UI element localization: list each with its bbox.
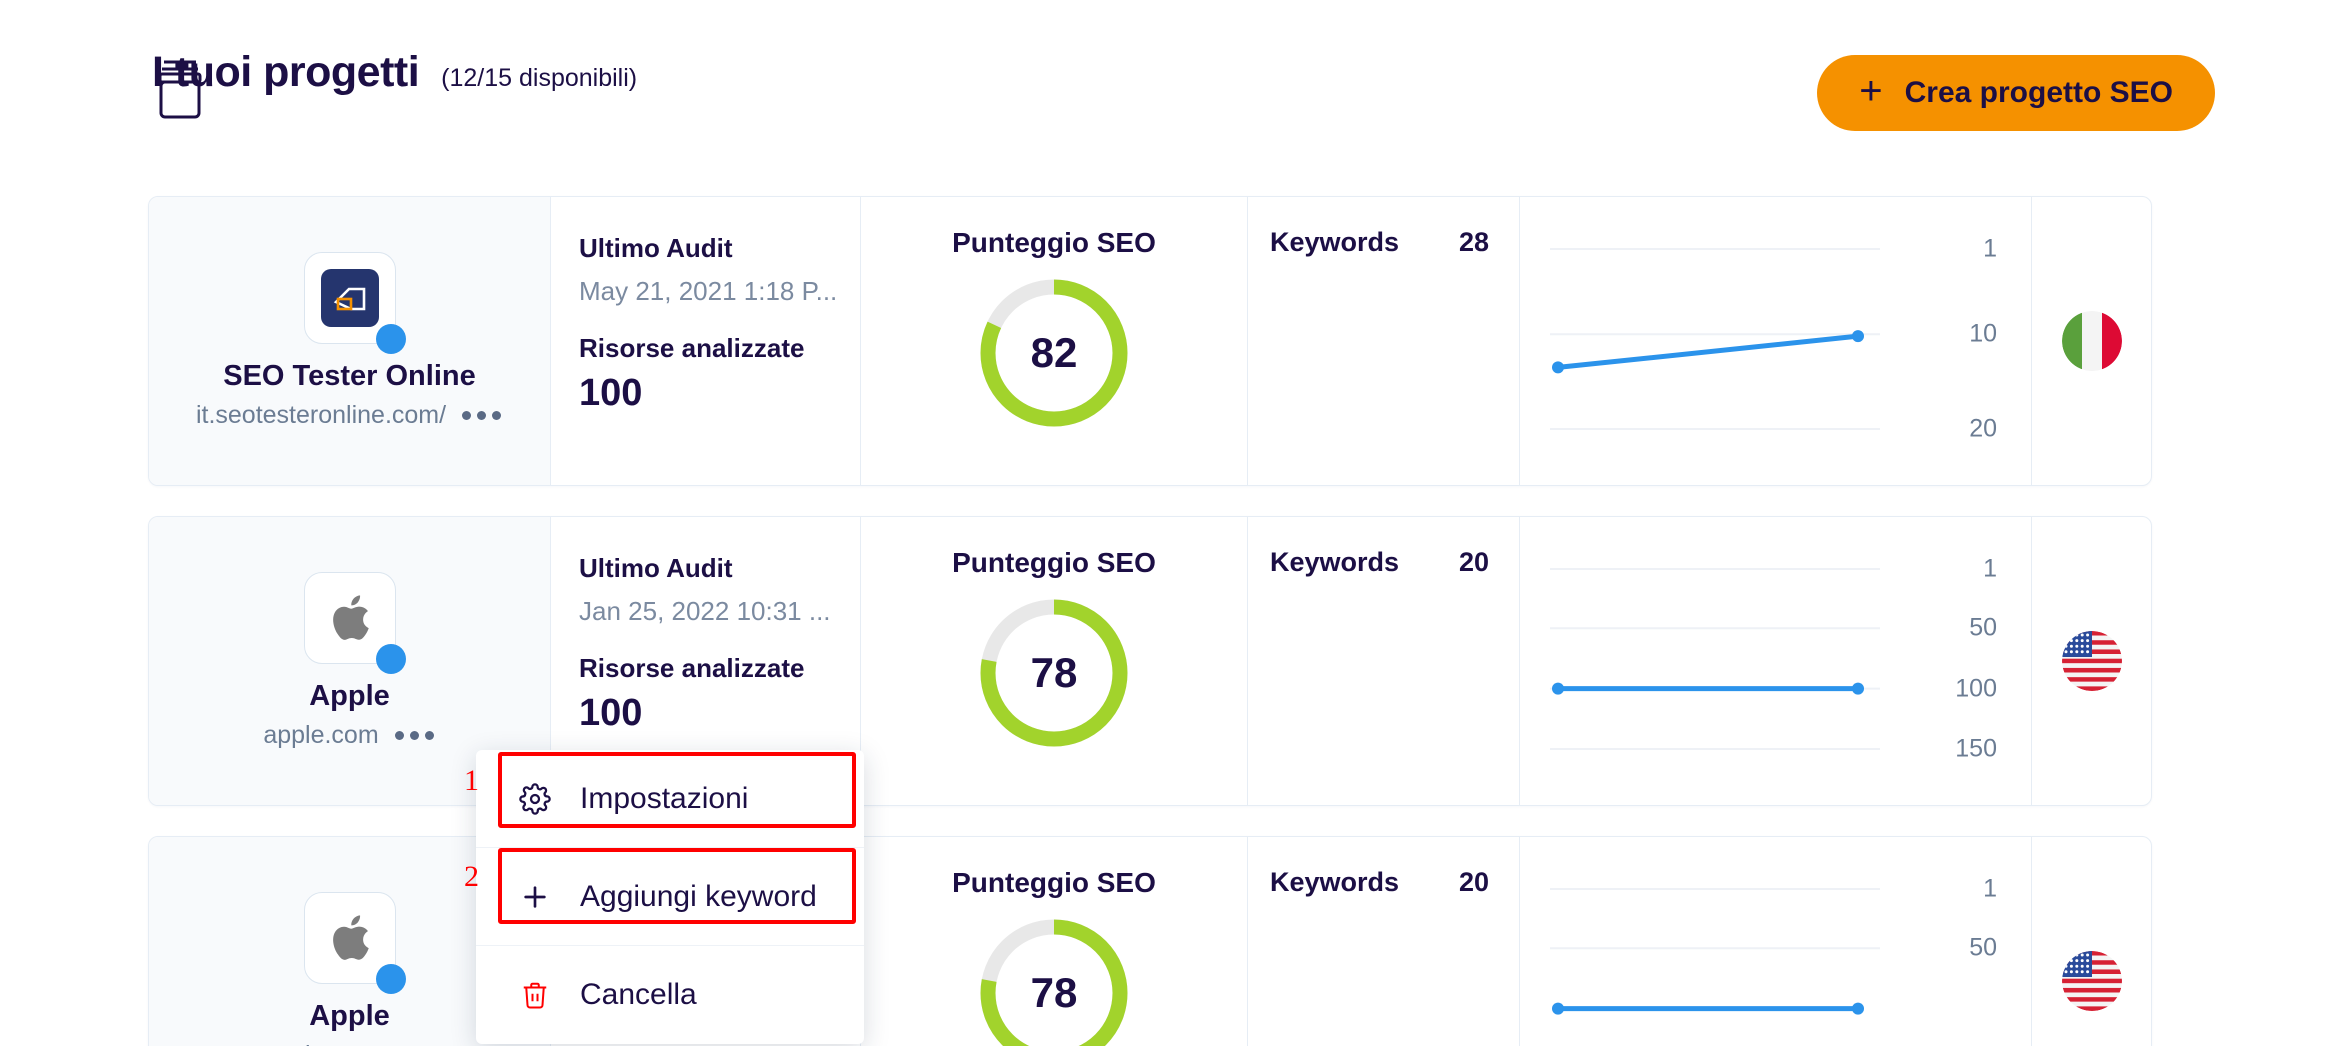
seo-score-cell: Punteggio SEO 82 [861, 197, 1248, 485]
chart-axis-label: 1 [1983, 554, 1997, 583]
chart-axis-label: 150 [1955, 734, 1997, 763]
ultimo-audit-label: Ultimo Audit [579, 553, 733, 583]
page-title: I tuoi progetti [152, 48, 420, 96]
project-url: it.seotesteronline.com/ [195, 401, 447, 429]
chart-axis-label: 1 [1983, 874, 1997, 903]
annotation-number-1: 1 [464, 764, 479, 797]
menu-item-impostazioni[interactable]: Impostazioni [476, 750, 864, 848]
menu-item-aggiungi-keyword[interactable]: Aggiungi keyword [476, 848, 864, 946]
plus-icon [518, 880, 552, 914]
keywords-cell: Keywords 20 [1248, 517, 1520, 805]
keywords-cell: Keywords 28 [1248, 197, 1520, 485]
chart-cell: 1 50 [1520, 837, 2032, 1046]
seo-score-cell: Punteggio SEO 78 [861, 837, 1248, 1046]
chart-axis-label: 10 [1969, 319, 1997, 348]
keywords-label: Keywords [1270, 867, 1400, 897]
keywords-count: 20 [1458, 547, 1489, 577]
audit-date: May 21, 2021 1:18 P... [579, 276, 838, 306]
project-row[interactable]: Apple apple.com Ultimo Audit Jan 25, 202… [148, 516, 2152, 806]
project-url-row: apple.com [263, 1041, 435, 1046]
chart-axis-label: 50 [1969, 613, 1997, 642]
gear-icon [518, 782, 552, 816]
audit-date: Jan 25, 2022 10:31 ... [579, 596, 831, 626]
seo-score-gauge: 82 [974, 273, 1134, 433]
menu-item-label: Aggiungi keyword [580, 879, 817, 913]
keyword-position-sparkline [1550, 248, 1880, 430]
project-context-menu[interactable]: Impostazioni Aggiungi keyword Cancella [476, 750, 864, 1044]
project-name: SEO Tester Online [223, 360, 476, 392]
page-header: I tuoi progetti (12/15 disponibili) + Cr… [0, 0, 2352, 152]
chart-axis-labels: 1 50 100 150 [1917, 555, 1997, 763]
menu-item-label: Impostazioni [580, 781, 749, 815]
annotation-number-2: 2 [464, 860, 479, 893]
projects-list: SEO Tester Online it.seotesteronline.com… [0, 196, 2352, 1046]
country-flag-cell [2032, 197, 2151, 485]
seo-score-value: 78 [1030, 969, 1078, 1016]
projects-page: I tuoi progetti (12/15 disponibili) + Cr… [0, 0, 2352, 1046]
flag-us-icon [2061, 631, 2122, 691]
chart-axis-label: 20 [1969, 414, 1997, 443]
seo-score-value: 82 [1030, 329, 1078, 376]
keywords-count: 28 [1458, 227, 1489, 257]
page-title-group: I tuoi progetti (12/15 disponibili) [152, 48, 637, 97]
plus-icon: + [1859, 69, 1883, 113]
flag-it-icon [2061, 311, 2122, 371]
project-url: apple.com [263, 721, 379, 749]
chart-axis-labels: 1 50 [1917, 875, 1997, 1046]
project-logo [303, 572, 406, 674]
project-url: apple.com [263, 1041, 378, 1046]
keywords-count: 20 [1458, 867, 1489, 897]
create-button-label: Crea progetto SEO [1904, 76, 2173, 109]
seo-score-gauge: 78 [974, 913, 1134, 1046]
status-badge-dot [375, 324, 406, 354]
project-row[interactable]: SEO Tester Online it.seotesteronline.com… [148, 196, 2152, 486]
keywords-cell: Keywords 20 [1248, 837, 1520, 1046]
country-flag-cell [2032, 517, 2151, 805]
punteggio-seo-label: Punteggio SEO [952, 227, 1156, 258]
project-count: (12/15 disponibili) [441, 64, 638, 92]
seo-score-value: 78 [1030, 649, 1078, 696]
apple-logo [332, 595, 369, 640]
ultimo-audit-label: Ultimo Audit [579, 233, 733, 263]
project-logo [303, 252, 406, 354]
project-name: Apple [309, 680, 390, 712]
keyword-position-sparkline [1550, 568, 1880, 750]
keyword-position-sparkline [1550, 888, 1880, 1015]
menu-item-label: Cancella [580, 978, 697, 1011]
chart-axis-label: 50 [1969, 933, 1997, 962]
project-row[interactable]: Apple apple.com Ultimo Audit Risorse ana… [148, 836, 2152, 1046]
chart-axis-label: 1 [1983, 234, 1997, 263]
apple-logo [332, 915, 369, 960]
risorse-analizzate-label: Risorse analizzate [579, 653, 805, 683]
project-url-row: apple.com [263, 721, 435, 750]
flag-us-icon [2061, 951, 2122, 1011]
create-seo-project-button[interactable]: + Crea progetto SEO [1817, 55, 2215, 131]
trash-icon [518, 978, 552, 1012]
risorse-analizzate-label: Risorse analizzate [579, 333, 805, 363]
project-url-row: it.seotesteronline.com/ [196, 401, 503, 430]
seo-score-gauge: 78 [974, 593, 1134, 753]
chart-axis-labels: 1 10 20 [1917, 235, 1997, 443]
status-badge-dot [375, 644, 406, 674]
seotester-logo [320, 269, 379, 327]
seo-score-cell: Punteggio SEO 78 [861, 517, 1248, 805]
chart-axis-label: 100 [1955, 674, 1997, 703]
more-options-icon[interactable] [393, 725, 436, 746]
chart-cell: 1 50 100 150 [1520, 517, 2032, 805]
punteggio-seo-label: Punteggio SEO [952, 867, 1156, 898]
punteggio-seo-label: Punteggio SEO [952, 547, 1156, 578]
status-badge-dot [375, 964, 406, 994]
project-name: Apple [309, 1000, 390, 1032]
audit-cell: Ultimo Audit May 21, 2021 1:18 P... Riso… [551, 197, 861, 485]
risorse-analizzate-value: 100 [579, 372, 643, 414]
chart-cell: 1 10 20 [1520, 197, 2032, 485]
keywords-label: Keywords [1270, 227, 1400, 257]
more-options-icon[interactable] [460, 405, 503, 426]
project-logo [303, 892, 406, 994]
menu-item-cancella[interactable]: Cancella [476, 946, 864, 1044]
risorse-analizzate-value: 100 [579, 692, 643, 734]
keywords-label: Keywords [1270, 547, 1400, 577]
country-flag-cell [2032, 837, 2151, 1046]
project-identity-cell: SEO Tester Online it.seotesteronline.com… [149, 197, 551, 485]
